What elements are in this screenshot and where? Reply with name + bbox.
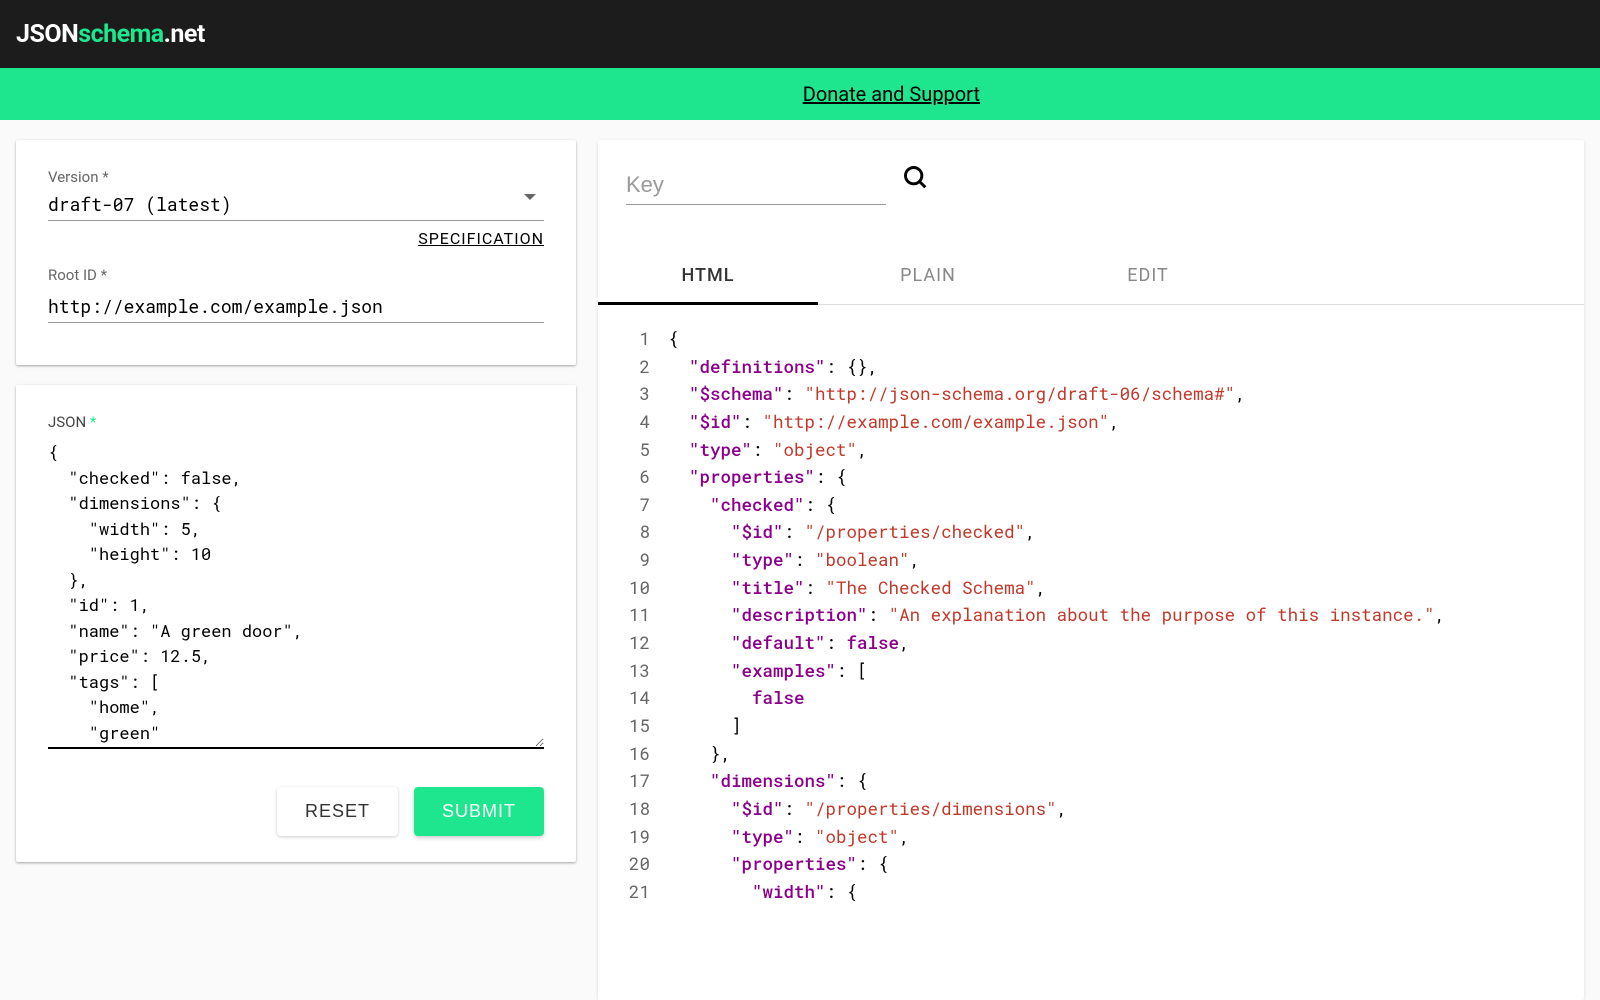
code-line: 8 "$id": "/properties/checked", [598,518,1584,546]
line-content: "$id": "/properties/dimensions", [668,795,1067,823]
version-select[interactable]: draft-07 (latest) [48,192,544,221]
line-number: 8 [598,518,668,546]
line-number: 9 [598,546,668,574]
line-number: 11 [598,601,668,629]
version-value: draft-07 (latest) [48,192,232,216]
code-line: 18 "$id": "/properties/dimensions", [598,795,1584,823]
logo-part1: JSON [16,20,78,49]
donate-link[interactable]: Donate and Support [803,82,980,106]
reset-button[interactable]: RESET [277,787,398,836]
line-number: 20 [598,850,668,878]
line-content: "properties": { [668,850,889,878]
code-line: 2 "definitions": {}, [598,353,1584,381]
code-line: 12 "default": false, [598,629,1584,657]
code-line: 1{ [598,325,1584,353]
line-number: 7 [598,491,668,519]
line-content: "type": "object", [668,436,868,464]
line-content: "$id": "/properties/checked", [668,518,1036,546]
code-line: 21 "width": { [598,878,1584,906]
line-number: 15 [598,712,668,740]
line-content: "type": "boolean", [668,546,920,574]
code-line: 5 "type": "object", [598,436,1584,464]
line-content: "type": "object", [668,823,910,851]
line-number: 4 [598,408,668,436]
line-number: 1 [598,325,668,353]
logo-part3: .net [164,20,205,49]
line-number: 5 [598,436,668,464]
tab-edit[interactable]: EDIT [1038,247,1258,304]
json-label: JSON * [48,413,544,431]
code-line: 6 "properties": { [598,463,1584,491]
root-id-input[interactable] [48,290,544,323]
code-line: 17 "dimensions": { [598,767,1584,795]
line-content: "properties": { [668,463,847,491]
config-card: Version * draft-07 (latest) SPECIFICATIO… [16,140,576,365]
line-content: "dimensions": { [668,767,868,795]
line-content: "definitions": {}, [668,353,878,381]
code-line: 20 "properties": { [598,850,1584,878]
code-line: 9 "type": "boolean", [598,546,1584,574]
output-tabs: HTML PLAIN EDIT [598,247,1584,305]
submit-button[interactable]: SUBMIT [414,787,544,836]
line-number: 19 [598,823,668,851]
line-content: "description": "An explanation about the… [668,601,1445,629]
line-content: "$schema": "http://json-schema.org/draft… [668,380,1246,408]
code-output[interactable]: 1{2 "definitions": {},3 "$schema": "http… [598,305,1584,905]
code-line: 13 "examples": [ [598,657,1584,685]
root-id-label: Root ID * [48,266,544,284]
line-content: "examples": [ [668,657,868,685]
json-card: JSON * RESET SUBMIT [16,385,576,862]
line-number: 3 [598,380,668,408]
code-line: 14 false [598,684,1584,712]
code-line: 11 "description": "An explanation about … [598,601,1584,629]
line-content: }, [668,740,731,768]
line-number: 16 [598,740,668,768]
code-line: 4 "$id": "http://example.com/example.jso… [598,408,1584,436]
code-line: 19 "type": "object", [598,823,1584,851]
code-line: 15 ] [598,712,1584,740]
specification-link[interactable]: SPECIFICATION [418,229,544,248]
line-number: 14 [598,684,668,712]
line-number: 10 [598,574,668,602]
line-number: 21 [598,878,668,906]
search-icon[interactable] [902,164,930,199]
logo[interactable]: JSONschema.net [16,20,205,49]
code-line: 3 "$schema": "http://json-schema.org/dra… [598,380,1584,408]
line-number: 6 [598,463,668,491]
line-number: 17 [598,767,668,795]
chevron-down-icon [524,194,536,200]
code-line: 16 }, [598,740,1584,768]
line-content: "checked": { [668,491,836,519]
line-number: 13 [598,657,668,685]
version-label: Version * [48,168,544,186]
tab-html[interactable]: HTML [598,247,818,305]
logo-part2: schema [78,20,163,49]
code-line: 10 "title": "The Checked Schema", [598,574,1584,602]
line-content: false [668,684,805,712]
line-content: ] [668,712,742,740]
code-line: 7 "checked": { [598,491,1584,519]
output-panel: HTML PLAIN EDIT 1{2 "definitions": {},3 … [598,140,1584,1000]
donate-banner: Donate and Support [0,68,1600,120]
line-number: 18 [598,795,668,823]
tab-plain[interactable]: PLAIN [818,247,1038,304]
line-content: "default": false, [668,629,910,657]
app-header: JSONschema.net [0,0,1600,68]
line-content: { [668,325,679,353]
json-textarea[interactable] [48,439,544,749]
line-number: 12 [598,629,668,657]
search-input[interactable] [626,166,886,205]
line-content: "title": "The Checked Schema", [668,574,1046,602]
line-content: "width": { [668,878,857,906]
line-number: 2 [598,353,668,381]
line-content: "$id": "http://example.com/example.json"… [668,408,1120,436]
